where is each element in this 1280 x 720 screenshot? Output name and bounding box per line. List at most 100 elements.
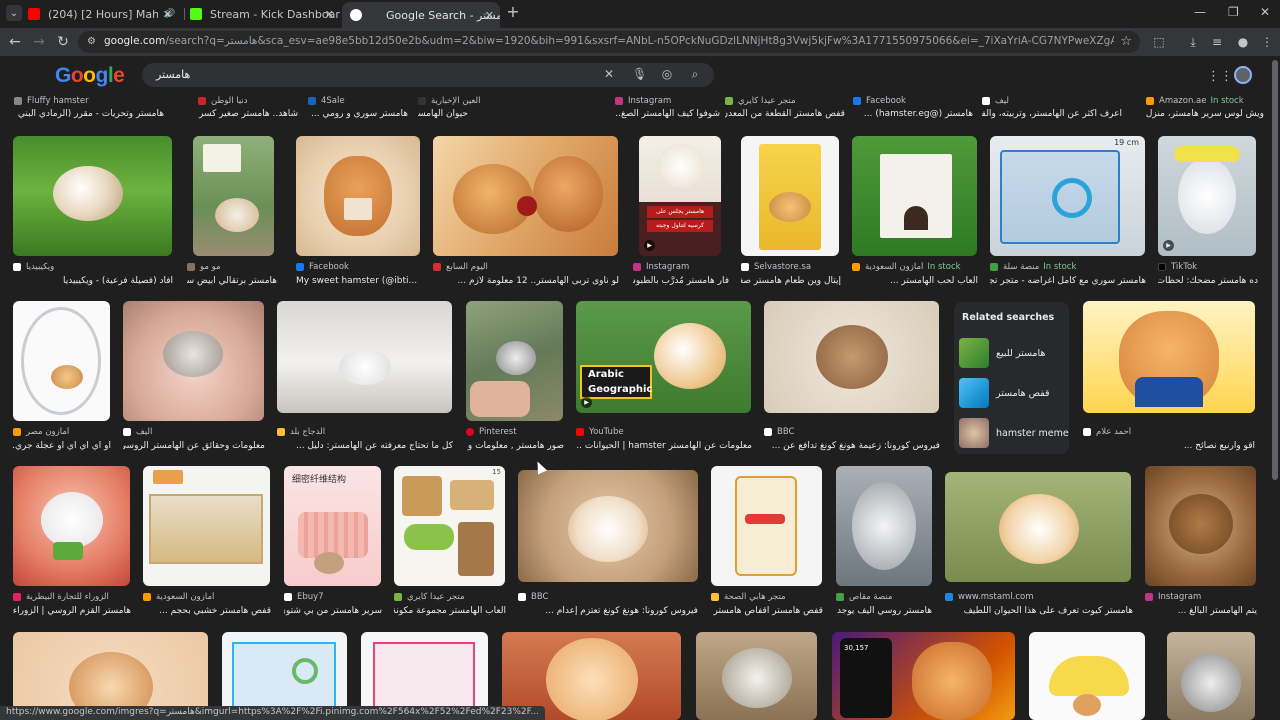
- result-thumbnail[interactable]: [433, 136, 618, 256]
- image-result[interactable]: متجر هابي الصحة قفص هامستر اقفاص هامستر …: [711, 466, 823, 618]
- image-result[interactable]: [1167, 632, 1257, 720]
- image-result[interactable]: أمازون مصر او اي اي اي او عجلة جري...: [13, 301, 111, 453]
- microphone-icon[interactable]: 🎙: [632, 67, 647, 81]
- image-result[interactable]: 30,157: [832, 632, 1016, 720]
- image-result[interactable]: أمازون السعودية قفص هامستر خشبي بحجم ...: [143, 466, 271, 618]
- result-thumbnail[interactable]: 19 cm: [990, 136, 1145, 256]
- google-logo[interactable]: Google: [55, 64, 125, 88]
- related-search-item[interactable]: قفص هامستر: [959, 378, 1064, 408]
- related-search-item[interactable]: هامستر للبيع: [959, 338, 1064, 368]
- image-result[interactable]: Instagram شوفوا كيف الهامستر الصغ...: [615, 94, 720, 124]
- image-result[interactable]: [696, 632, 818, 720]
- image-result[interactable]: العين الإخبارية حيوان الهامستر: [418, 94, 568, 124]
- image-result[interactable]: [1029, 632, 1145, 720]
- address-bar[interactable]: ⚙ google.com/search?q=هامستر&sca_esv=ae9…: [78, 31, 1140, 53]
- image-result[interactable]: اليوم السابع لو ناوى تربى الهامستر.. 12 …: [433, 136, 619, 288]
- menu-dots-icon[interactable]: ⋮: [1260, 35, 1274, 49]
- image-result[interactable]: BBC فيروس كورونا: زعيمة هونغ كونغ تدافع …: [764, 301, 940, 453]
- image-result[interactable]: Facebook My sweet hamster (@ibti...: [296, 136, 420, 288]
- result-thumbnail[interactable]: [696, 632, 817, 720]
- site-info-icon[interactable]: ⚙: [87, 36, 99, 48]
- result-thumbnail[interactable]: [852, 136, 977, 256]
- image-result[interactable]: Selvastore.sa إيتال وين طعام هامستر صغير…: [741, 136, 841, 288]
- result-thumbnail[interactable]: [13, 466, 130, 586]
- result-thumbnail[interactable]: [711, 466, 822, 586]
- result-thumbnail[interactable]: [764, 301, 939, 413]
- image-result[interactable]: Arabic Geographic ▶ YouTube معلومات عن ا…: [576, 301, 752, 453]
- image-result[interactable]: مو مو هامستر برتقالي أبيض سور...: [187, 136, 277, 288]
- reload-icon[interactable]: ↻: [54, 33, 72, 51]
- download-icon[interactable]: ⤓: [1186, 35, 1200, 49]
- image-result[interactable]: ويكيبيديا أفاد (فصيلة فرعية) - ويكيبيديا: [13, 136, 173, 288]
- result-thumbnail[interactable]: [143, 466, 270, 586]
- forward-icon[interactable]: →: [30, 33, 48, 51]
- new-tab-icon[interactable]: +: [505, 4, 521, 20]
- tab-kick[interactable]: Stream - Kick Dashboard ✕: [190, 2, 340, 26]
- image-result[interactable]: أحمد علام اقو وارنيع نصائح ...: [1083, 301, 1255, 453]
- image-result[interactable]: Instagram يتم الهامستر البالغ ...: [1145, 466, 1257, 618]
- result-thumbnail[interactable]: [518, 470, 698, 582]
- image-result[interactable]: ليف اعرف أكثر عن الهامستر، وتربيته، والف…: [982, 94, 1122, 124]
- result-thumbnail[interactable]: [193, 136, 274, 256]
- tab-search-chevron-icon[interactable]: ⌄: [6, 5, 22, 21]
- search-box[interactable]: هامستر ✕ 🎙 ◎ ⌕: [142, 63, 714, 87]
- image-result[interactable]: Amazon.ae In stock ويش لوس سرير هامستر، م…: [1146, 94, 1264, 124]
- image-result[interactable]: 4Sale هامستر سوري و رومي ...: [308, 94, 408, 124]
- minimize-icon[interactable]: —: [1194, 5, 1206, 19]
- result-thumbnail[interactable]: [1167, 632, 1255, 720]
- image-result[interactable]: www.mstaml.com هامستر كيوت تعرف على هذا …: [945, 466, 1133, 618]
- extensions-icon[interactable]: ⬚: [1152, 35, 1166, 49]
- result-thumbnail[interactable]: 30,157: [832, 632, 1015, 720]
- image-result[interactable]: منصة مقاص هامستر روسي اليف يوجد ا...: [836, 466, 932, 618]
- image-result[interactable]: اليف معلومات وحقائق عن الهامستر الروسي: [123, 301, 265, 453]
- result-thumbnail[interactable]: 细密纤维结构: [284, 466, 381, 586]
- result-thumbnail[interactable]: [1083, 301, 1255, 413]
- tab-google-search[interactable]: Google Search - هامستر ✕: [342, 2, 500, 28]
- result-thumbnail[interactable]: [1029, 632, 1145, 720]
- close-window-icon[interactable]: ✕: [1260, 5, 1270, 19]
- image-result[interactable]: 15 متجر عيدا كايري العاب الهامستر مجموعة…: [394, 466, 506, 618]
- maximize-icon[interactable]: ❐: [1228, 5, 1239, 19]
- result-thumbnail[interactable]: [13, 136, 172, 256]
- image-result[interactable]: دنيا الوطن شاهد.. هامستر صغير كسر...: [198, 94, 298, 124]
- reading-list-icon[interactable]: ≡: [1210, 35, 1224, 49]
- profile-icon[interactable]: ●: [1236, 35, 1250, 49]
- image-result[interactable]: ▶ TikTok ده هامستر مضحك: لحظات...: [1158, 136, 1258, 288]
- clear-icon[interactable]: ✕: [602, 67, 616, 81]
- image-result[interactable]: BBC فيروس كورونا: هونغ كونغ تعتزم إعدام …: [518, 466, 698, 618]
- page-scrollbar[interactable]: [1270, 56, 1280, 720]
- result-thumbnail[interactable]: [836, 466, 932, 586]
- result-thumbnail[interactable]: [13, 301, 110, 421]
- result-thumbnail[interactable]: [945, 472, 1131, 582]
- image-result[interactable]: هامستر يجلس على كرسيه لتناول وجبته ▶ Ins…: [633, 136, 729, 288]
- close-icon[interactable]: ✕: [325, 8, 334, 21]
- image-result[interactable]: الزوراء للتجارة البيطرية هامستر القزم ال…: [13, 466, 131, 618]
- image-result[interactable]: 细密纤维结构 Ebuy7 سرير هامستر من بي شتوي...: [284, 466, 382, 618]
- back-icon[interactable]: ←: [6, 33, 24, 51]
- lens-icon[interactable]: ◎: [660, 67, 674, 81]
- search-icon[interactable]: ⌕: [688, 67, 702, 82]
- image-result[interactable]: أمازون السعودية In stock العاب لحب الهامس…: [852, 136, 978, 288]
- close-icon[interactable]: ✕: [485, 9, 494, 22]
- result-thumbnail[interactable]: [123, 301, 264, 421]
- scrollbar-thumb[interactable]: [1272, 60, 1278, 480]
- result-thumbnail[interactable]: 15: [394, 466, 505, 586]
- search-query[interactable]: هامستر: [156, 68, 190, 81]
- close-icon[interactable]: ✕: [163, 8, 172, 21]
- result-thumbnail[interactable]: [466, 301, 563, 421]
- result-thumbnail[interactable]: [741, 136, 839, 256]
- tab-youtube[interactable]: (204) [2 Hours] Maher Zain 🔊 ✕: [28, 2, 178, 26]
- result-thumbnail[interactable]: [277, 301, 452, 413]
- image-result[interactable]: الدجاج بلد كل ما تحتاج معرفته عن الهامست…: [277, 301, 453, 453]
- image-result[interactable]: Facebook هامستر (@hamster.eg) ...: [853, 94, 973, 124]
- image-result[interactable]: 19 cm منصة سلة In stock هامستر سوري مع كا…: [990, 136, 1146, 288]
- related-search-item[interactable]: hamster meme: [959, 418, 1069, 448]
- result-thumbnail[interactable]: ▶: [1158, 136, 1256, 256]
- result-thumbnail[interactable]: هامستر يجلس على كرسيه لتناول وجبته ▶: [639, 136, 721, 256]
- bookmark-star-icon[interactable]: ☆: [1120, 34, 1132, 49]
- result-thumbnail[interactable]: [1145, 466, 1256, 586]
- image-result[interactable]: Pinterest صور هامستر , معلومات و ...: [466, 301, 564, 453]
- result-thumbnail[interactable]: [296, 136, 420, 256]
- result-thumbnail[interactable]: Arabic Geographic ▶: [576, 301, 751, 413]
- image-result[interactable]: Fluffy hamster هامستر وتحريات - مقرر (ال…: [14, 94, 164, 124]
